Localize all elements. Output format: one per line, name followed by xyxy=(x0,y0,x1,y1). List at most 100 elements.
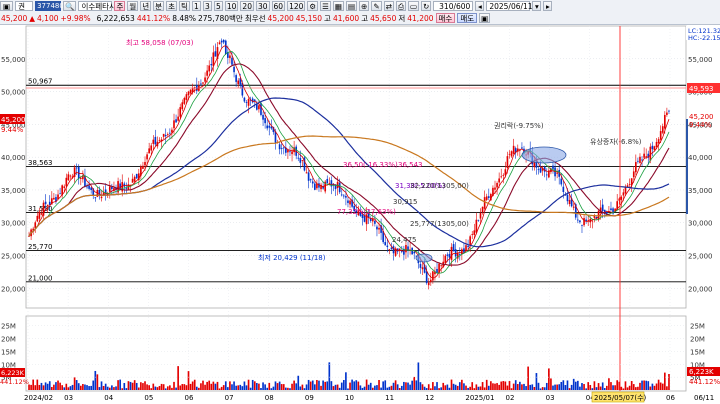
candle-body xyxy=(142,165,144,169)
candle-body xyxy=(452,244,455,252)
period-button-tick[interactable]: 틱 xyxy=(178,1,190,11)
volume-bar xyxy=(320,385,322,390)
period-button-week[interactable]: 주 xyxy=(114,1,126,11)
candle-body xyxy=(183,97,186,104)
refresh-icon[interactable]: ↻ xyxy=(421,1,432,11)
volume-bar xyxy=(425,388,428,390)
buy-button[interactable]: 매수 xyxy=(435,13,456,23)
period-button-second[interactable]: 초 xyxy=(166,1,177,11)
interval-button-1[interactable]: 1 xyxy=(191,1,201,11)
candle-body xyxy=(562,186,565,193)
interval-button-60[interactable]: 60 xyxy=(271,1,286,11)
sell-button[interactable]: 매도 xyxy=(457,13,478,23)
interval-button-120[interactable]: 120 xyxy=(287,1,306,11)
scroll-handle[interactable] xyxy=(686,119,688,214)
volume-bar xyxy=(388,386,391,390)
interval-button-20[interactable]: 20 xyxy=(240,1,254,11)
candle-body xyxy=(639,156,641,164)
interval-button-3[interactable]: 3 xyxy=(202,1,212,11)
candle-body xyxy=(146,154,148,160)
save-icon[interactable]: ▭ xyxy=(407,1,420,11)
count-field[interactable]: 310/600 xyxy=(433,1,474,11)
volume-bar xyxy=(251,379,254,390)
candle-body xyxy=(432,271,434,281)
period-button-year[interactable]: 년 xyxy=(140,1,152,11)
volume-bar xyxy=(587,382,590,390)
calendar-icon[interactable]: ▤ xyxy=(345,1,358,11)
period-button-month[interactable]: 월 xyxy=(127,1,139,11)
volume-bar xyxy=(508,381,511,390)
volume-bar xyxy=(659,382,662,390)
volume-bar xyxy=(666,386,668,390)
prev-icon[interactable]: ◂ xyxy=(475,1,485,11)
candle-body xyxy=(233,66,235,73)
chart-menu-button[interactable]: ▣ xyxy=(0,1,14,11)
candle-body xyxy=(657,139,660,144)
volume-bar xyxy=(100,381,103,390)
candle-body xyxy=(34,222,37,229)
volume-bar xyxy=(454,384,457,390)
volume-bar xyxy=(475,384,478,390)
volume-bar xyxy=(371,387,374,390)
date-tick-label: 04 xyxy=(104,394,113,402)
volume-bar xyxy=(407,382,409,390)
volume-bar xyxy=(108,387,111,390)
zoom-icon[interactable]: ⊕ xyxy=(359,1,370,11)
candle-body xyxy=(454,249,457,257)
volume-bar xyxy=(473,388,476,390)
volume-bar xyxy=(123,383,126,390)
volume-bar xyxy=(57,380,59,390)
volume-bar xyxy=(169,385,171,390)
volume-bar xyxy=(166,386,169,390)
volume-bar xyxy=(429,388,432,390)
stock-chart[interactable]: 50,96738,56331,55025,77021,000 최고 58,058… xyxy=(0,24,720,404)
interval-button-10[interactable]: 10 xyxy=(224,1,239,11)
volume-bar xyxy=(280,384,283,390)
volume-bar xyxy=(179,385,182,390)
candle-body xyxy=(175,119,177,123)
order-icon[interactable]: ▣ xyxy=(479,13,491,23)
interval-button-5[interactable]: 5 xyxy=(213,1,223,11)
volume-bar xyxy=(164,388,167,390)
candle-body xyxy=(469,236,471,245)
stock-name-field[interactable]: 이수페타시 xyxy=(78,1,116,11)
volume-bar xyxy=(140,382,142,390)
stock-code-input[interactable]: 377480 xyxy=(35,1,64,11)
candle-body xyxy=(245,102,248,103)
candle-body xyxy=(311,181,314,184)
candle-body xyxy=(560,178,563,185)
volume-bar xyxy=(193,379,196,390)
next-icon[interactable]: ▸ xyxy=(543,1,553,11)
candle-body xyxy=(214,51,217,57)
volume-bar xyxy=(612,385,614,390)
volume-bar xyxy=(363,386,366,390)
volume-bar xyxy=(386,387,389,390)
date-field[interactable]: 2025/06/11 xyxy=(486,1,533,11)
compare-icon[interactable]: ⇄ xyxy=(383,1,394,11)
price-tick-left: 35,000 xyxy=(1,187,26,195)
volume-bar xyxy=(409,384,411,390)
volume-bar xyxy=(160,383,163,390)
quote-high-label: 고 xyxy=(324,13,331,23)
search-icon[interactable]: 🔍 xyxy=(63,1,77,11)
date-tick-label: 05 xyxy=(144,394,153,402)
volume-bar xyxy=(235,385,237,390)
volume-bar xyxy=(191,381,194,390)
market-dropdown[interactable]: 권 xyxy=(15,1,34,11)
candle-body xyxy=(208,65,211,72)
print-icon[interactable]: ⎙ xyxy=(395,1,406,11)
period-button-minute[interactable]: 분 xyxy=(153,1,165,11)
volume-bar xyxy=(566,380,569,390)
grid-icon[interactable]: ▦ xyxy=(332,1,344,11)
volume-bar xyxy=(266,387,269,390)
volume-bar xyxy=(446,384,449,390)
settings-icon[interactable]: ⚙ xyxy=(307,1,319,11)
interval-button-30[interactable]: 30 xyxy=(255,1,270,11)
calendar-picker-icon[interactable]: ▾ xyxy=(532,1,542,11)
candle-body xyxy=(53,197,55,200)
candle-body xyxy=(235,75,237,82)
candle-body xyxy=(291,151,293,155)
list-icon[interactable]: ☰ xyxy=(320,1,331,11)
volume-bar xyxy=(494,383,496,390)
draw-icon[interactable]: ✎ xyxy=(371,1,382,11)
